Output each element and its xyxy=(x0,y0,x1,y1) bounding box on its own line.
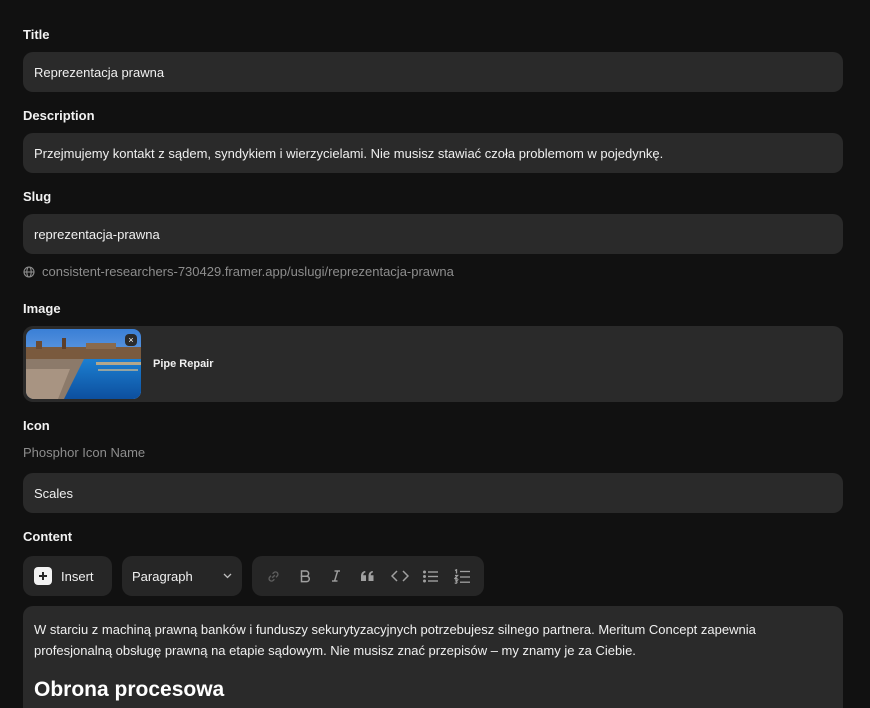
icon-input[interactable]: Scales xyxy=(23,473,843,513)
italic-icon[interactable] xyxy=(326,566,346,586)
block-type-value: Paragraph xyxy=(132,568,193,584)
slug-input[interactable]: reprezentacja-prawna xyxy=(23,214,843,254)
bullet-list-icon[interactable] xyxy=(421,566,441,586)
insert-label: Insert xyxy=(61,568,94,584)
slug-label: Slug xyxy=(23,189,52,204)
block-type-select[interactable]: Paragraph xyxy=(122,556,242,596)
code-icon[interactable] xyxy=(390,566,410,586)
content-paragraph[interactable]: W starciu z machiną prawną banków i fund… xyxy=(34,619,832,661)
title-input[interactable]: Reprezentacja prawna xyxy=(23,52,843,92)
remove-image-button[interactable]: × xyxy=(125,334,137,346)
slug-url-hint: consistent-researchers-730429.framer.app… xyxy=(23,264,454,279)
content-label: Content xyxy=(23,529,73,544)
icon-hint: Phosphor Icon Name xyxy=(23,445,146,460)
globe-icon xyxy=(23,265,35,278)
image-label: Image xyxy=(23,301,61,316)
cms-item-editor: Title Reprezentacja prawna Description P… xyxy=(0,0,870,708)
link-icon[interactable] xyxy=(263,566,283,586)
content-heading[interactable]: Obrona procesowa xyxy=(34,678,832,702)
format-buttons xyxy=(252,556,484,596)
description-label: Description xyxy=(23,108,95,123)
bold-icon[interactable] xyxy=(295,566,315,586)
title-label: Title xyxy=(23,27,50,42)
insert-button[interactable]: Insert xyxy=(23,556,112,596)
description-input[interactable]: Przejmujemy kontakt z sądem, syndykiem i… xyxy=(23,133,843,173)
image-name: Pipe Repair xyxy=(153,358,214,370)
chevron-down-icon xyxy=(223,573,232,579)
editor-toolbar: Insert Paragraph xyxy=(23,556,484,596)
image-picker[interactable]: × Pipe Repair xyxy=(23,326,843,402)
city-river-photo xyxy=(26,329,141,399)
plus-icon xyxy=(34,567,52,585)
image-thumbnail[interactable]: × xyxy=(26,329,141,399)
numbered-list-icon[interactable] xyxy=(453,566,473,586)
rich-text-editor[interactable]: W starciu z machiną prawną banków i fund… xyxy=(23,606,843,708)
quote-icon[interactable] xyxy=(358,566,378,586)
icon-label: Icon xyxy=(23,418,50,433)
slug-url-text: consistent-researchers-730429.framer.app… xyxy=(42,264,454,279)
